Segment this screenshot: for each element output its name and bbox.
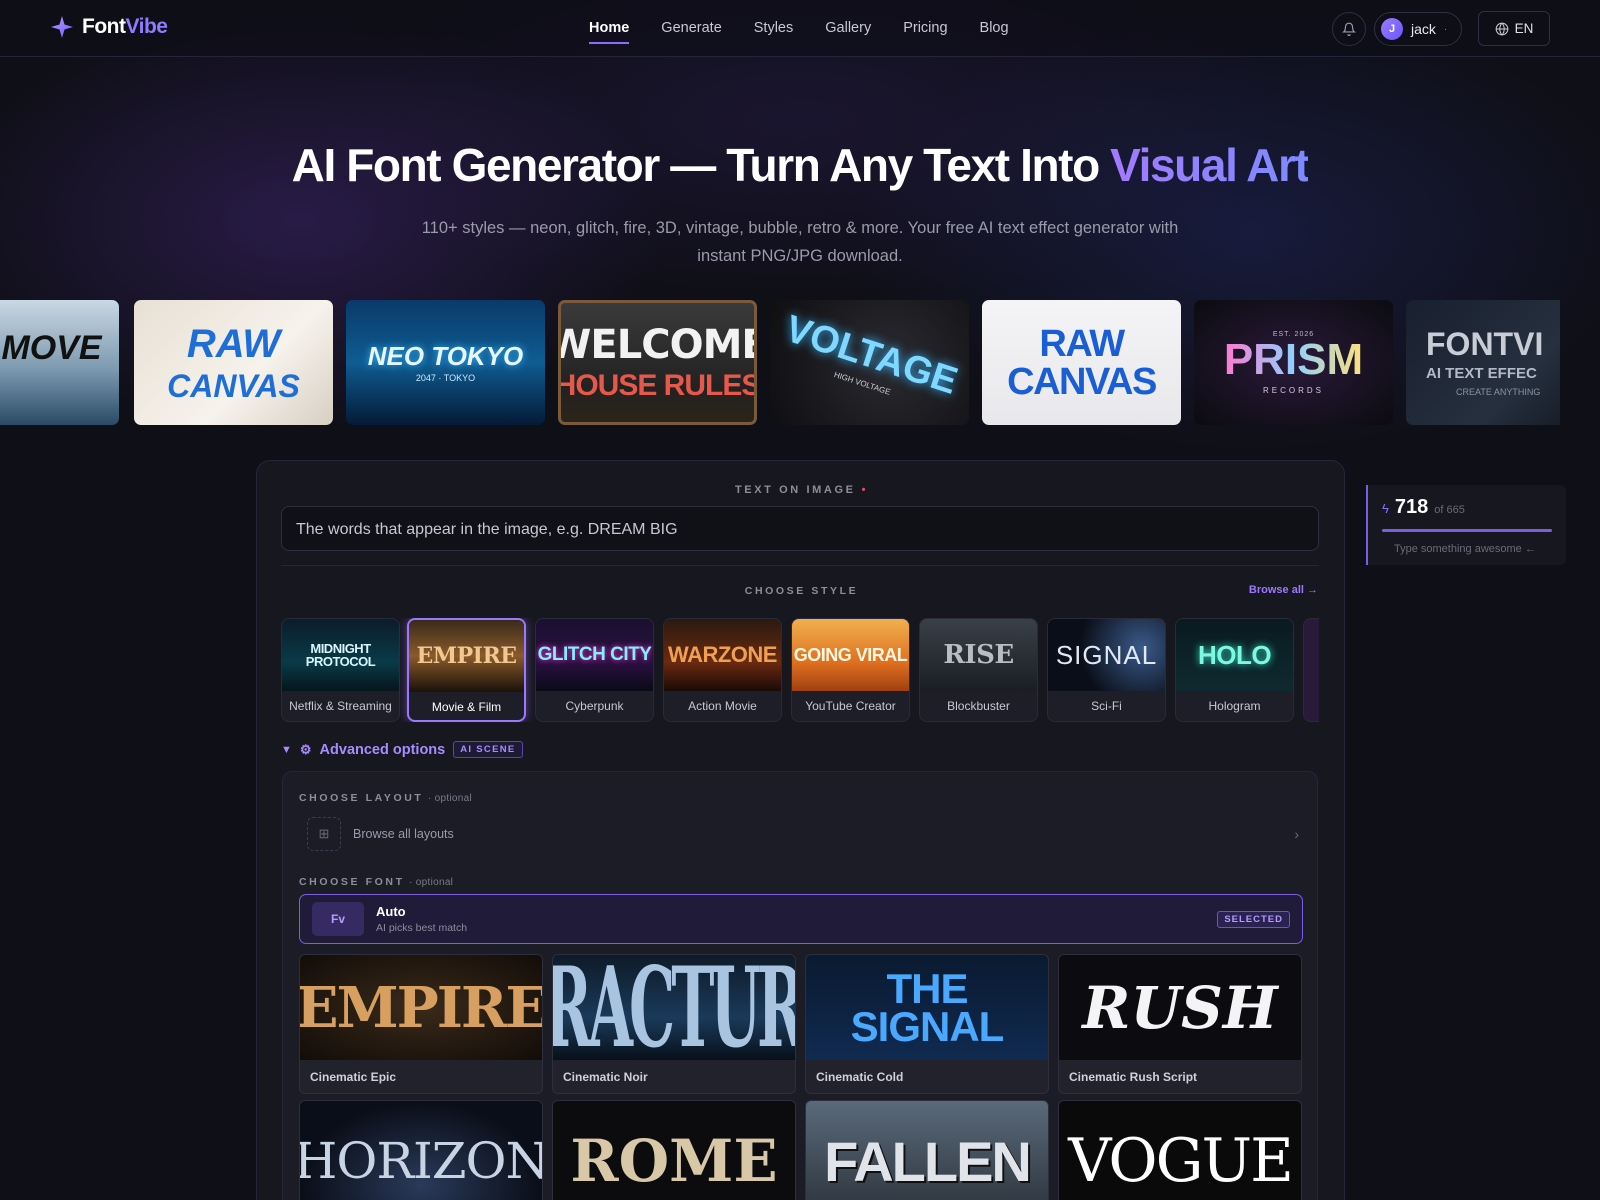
style-card-more[interactable] [1303, 618, 1319, 722]
counter-hint: Type something awesome ← [1394, 543, 1536, 555]
style-card-cyberpunk[interactable]: GLITCH CITY Cyberpunk [535, 618, 654, 722]
nav-styles[interactable]: Styles [754, 0, 794, 57]
showcase-card[interactable]: RAW CANVAS [134, 300, 333, 425]
ai-scene-badge: AI SCENE [453, 741, 523, 758]
nav-pricing[interactable]: Pricing [903, 0, 947, 57]
triangle-down-icon: ▼ [281, 743, 292, 756]
brand-logo[interactable]: FontVibe [50, 15, 168, 39]
avatar: J [1381, 18, 1403, 40]
choose-font-label: CHOOSE FONT · optional [299, 876, 454, 888]
page-title: AI Font Generator — Turn Any Text Into V… [291, 139, 1310, 191]
nav-home[interactable]: Home [589, 0, 630, 57]
font-card-rome[interactable]: ROME [552, 1100, 796, 1200]
chevron-down-icon: · [1443, 23, 1448, 35]
brand-name: FontVibe [82, 15, 168, 38]
layout-grid-icon: ⊞ [307, 817, 341, 851]
bell-icon [1342, 22, 1356, 36]
style-card-youtube-creator[interactable]: GOING VIRAL YouTube Creator [791, 618, 910, 722]
showcase-card[interactable]: RAW CANVAS [982, 300, 1181, 425]
globe-icon [1495, 22, 1508, 36]
user-menu[interactable]: J jack · [1374, 12, 1462, 46]
font-card-fallen[interactable]: FALLEN [805, 1100, 1049, 1200]
auto-font-icon: Fv [312, 902, 364, 936]
advanced-options-panel: CHOOSE LAYOUT · optional ⊞ Browse all la… [282, 771, 1318, 1200]
character-counter: ϟ 718 of 665 Type something awesome ← [1366, 485, 1566, 565]
advanced-options-toggle[interactable]: ▼ ⚙ Advanced options AI SCENE [281, 741, 523, 758]
lightning-icon: ϟ [1382, 501, 1389, 516]
showcase-card[interactable]: VOLTAGE HIGH VOLTAGE [770, 300, 969, 425]
font-card-cinematic-rush-script[interactable]: RUSH Cinematic Rush Script [1058, 954, 1302, 1094]
style-card-hologram[interactable]: HOLO Hologram [1175, 618, 1294, 722]
user-name: jack [1411, 21, 1436, 37]
counter-progress [1382, 529, 1552, 532]
browse-layouts-button[interactable]: ⊞ Browse all layouts › [307, 814, 1299, 854]
browse-all-styles-link[interactable]: Browse all → [1249, 584, 1318, 596]
font-card-cinematic-cold[interactable]: THE SIGNAL Cinematic Cold [805, 954, 1049, 1094]
counter-value: 718 [1394, 496, 1429, 518]
font-option-auto[interactable]: Fv Auto AI picks best match SELECTED [299, 894, 1303, 944]
font-card-cinematic-epic[interactable]: EMPIRE Cinematic Epic [299, 954, 543, 1094]
selected-badge: SELECTED [1217, 911, 1290, 928]
font-card-vogue[interactable]: VOGUE [1058, 1100, 1302, 1200]
showcase-card[interactable]: WELCOME HOUSE RULES [558, 300, 757, 425]
divider [281, 565, 1319, 566]
choose-layout-label: CHOOSE LAYOUT · optional [299, 792, 473, 804]
gear-icon: ⚙ [299, 741, 312, 757]
showcase-card[interactable]: D MOVE [0, 300, 119, 425]
choose-style-label: CHOOSE STYLE [744, 585, 859, 597]
page-subtitle: 110+ styles — neon, glitch, fire, 3D, vi… [421, 219, 1179, 265]
nav-links: Home Generate Styles Gallery Pricing Blo… [589, 0, 1041, 57]
nav-blog[interactable]: Blog [980, 0, 1009, 57]
showcase-card[interactable]: NEO TOKYO 2047 · TOKYO [346, 300, 545, 425]
generator-panel: TEXT ON IMAGE • The words that appear in … [256, 460, 1345, 1200]
text-on-image-input[interactable]: The words that appear in the image, e.g.… [281, 506, 1319, 551]
showcase-card[interactable]: EST. 2026 PRISM RECORDS [1194, 300, 1393, 425]
showcase-carousel[interactable]: D MOVE RAW CANVAS NEO TOKYO 2047 · TOKYO… [0, 300, 1560, 425]
showcase-card[interactable]: FONTVI AI TEXT EFFEC CREATE ANYTHING [1406, 300, 1560, 425]
style-picker: MIDNIGHT PROTOCOL Netflix & Streaming EM… [281, 618, 1319, 722]
language-label: EN [1514, 21, 1534, 36]
style-card-blockbuster[interactable]: RISE Blockbuster [919, 618, 1038, 722]
style-card-action-movie[interactable]: WARZONE Action Movie [663, 618, 782, 722]
text-on-image-label: TEXT ON IMAGE • [734, 484, 869, 496]
style-card-sci-fi[interactable]: SIGNAL Sci-Fi [1047, 618, 1166, 722]
counter-total: of 665 [1434, 504, 1465, 516]
font-card-cinematic-noir[interactable]: FRACTURE Cinematic Noir [552, 954, 796, 1094]
font-card-horizon[interactable]: HORIZON [299, 1100, 543, 1200]
sparkle-icon [51, 16, 73, 38]
nav-gallery[interactable]: Gallery [825, 0, 871, 57]
top-navbar: FontVibe Home Generate Styles Gallery Pr… [0, 0, 1600, 57]
nav-generate[interactable]: Generate [661, 0, 721, 57]
notifications-button[interactable] [1332, 12, 1366, 46]
language-selector[interactable]: EN [1478, 11, 1550, 46]
style-card-movie-film[interactable]: EMPIRE Movie & Film [407, 618, 526, 722]
chevron-right-icon: › [1294, 826, 1299, 842]
style-card-netflix-streaming[interactable]: MIDNIGHT PROTOCOL Netflix & Streaming [281, 618, 400, 722]
